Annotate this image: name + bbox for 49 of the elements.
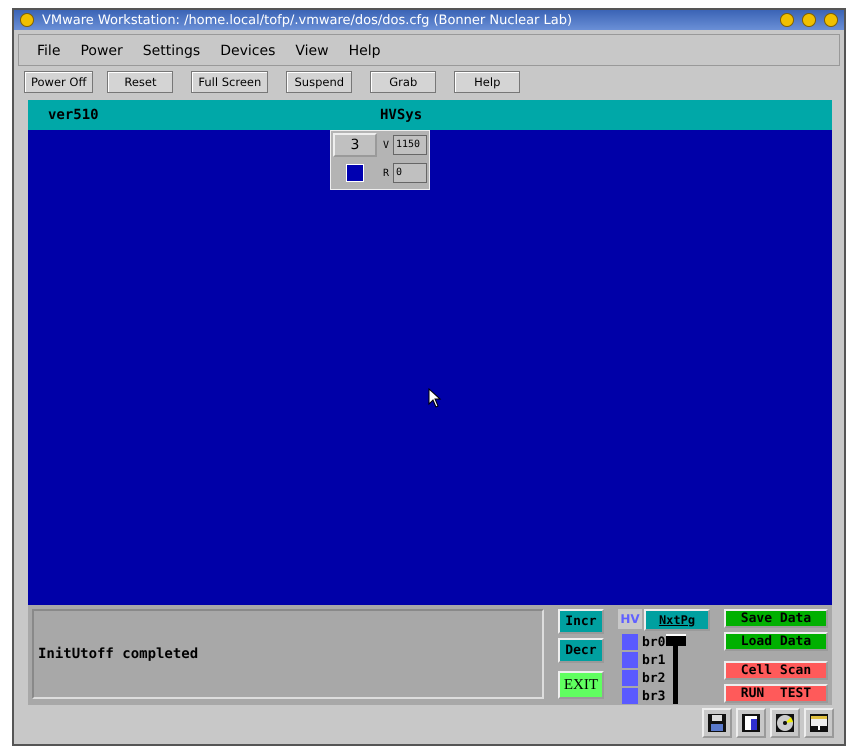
branch-toggle[interactable] [622,634,638,650]
floppy-icon[interactable] [708,714,726,732]
app-title: HVSys [380,107,422,123]
message-box: InitUtoff completed [32,609,544,699]
branch-label: br3 [642,688,666,704]
channel-button[interactable]: 3 [333,133,377,157]
maximize-icon[interactable] [802,13,816,27]
channel-indicator [346,164,364,182]
action-button[interactable]: Save Data [724,609,828,628]
control-button[interactable]: Decr [558,638,604,664]
action-button[interactable]: Cell Scan [724,661,828,680]
hv-label: HV [618,609,642,629]
toolbar-button[interactable]: Power Off [24,71,94,93]
slider-thumb[interactable] [666,634,686,646]
network-icon[interactable] [810,714,828,732]
window-menu-icon[interactable] [20,13,34,27]
window-title: VMware Workstation: /home.local/tofp/.vmware/dos/dos.cfg (Bonner Nuclear Lab) [42,12,574,28]
toolbar-button[interactable]: Grab [370,71,436,93]
toolbar-button[interactable]: Suspend [286,71,352,93]
action-button[interactable]: RUN TEST [724,684,828,703]
disk-icon[interactable] [742,714,760,732]
cd-icon[interactable] [776,714,794,732]
toolbar-button[interactable]: Help [454,71,520,93]
menu-item[interactable]: View [285,41,339,61]
next-page-button[interactable]: NxtPg [644,609,710,631]
branch-toggle[interactable] [622,688,638,704]
menu-item[interactable]: Settings [132,41,210,61]
toolbar-button[interactable]: Full Screen [191,71,268,93]
minimize-icon[interactable] [780,13,794,27]
toolbar-button[interactable]: Reset [107,71,174,93]
exit-button[interactable]: EXIT [558,671,604,699]
menu-item[interactable]: Power [70,41,133,61]
cursor-icon [428,388,442,408]
v-value: 1150 [393,135,427,155]
v-label: V [382,140,390,150]
menu-item[interactable]: File [27,41,70,61]
version-label: ver510 [47,107,100,123]
branch-toggle[interactable] [622,652,638,668]
control-button[interactable]: Incr [558,609,604,634]
branch-label: br0 [642,634,666,650]
r-value: 0 [393,163,427,183]
action-button[interactable]: Load Data [724,632,828,651]
close-icon[interactable] [824,13,838,27]
r-label: R [382,168,390,178]
menu-item[interactable]: Devices [210,41,286,61]
branch-label: br1 [642,652,666,668]
branch-label: br2 [642,670,666,686]
menu-item[interactable]: Help [338,41,391,61]
branch-toggle[interactable] [622,670,638,686]
